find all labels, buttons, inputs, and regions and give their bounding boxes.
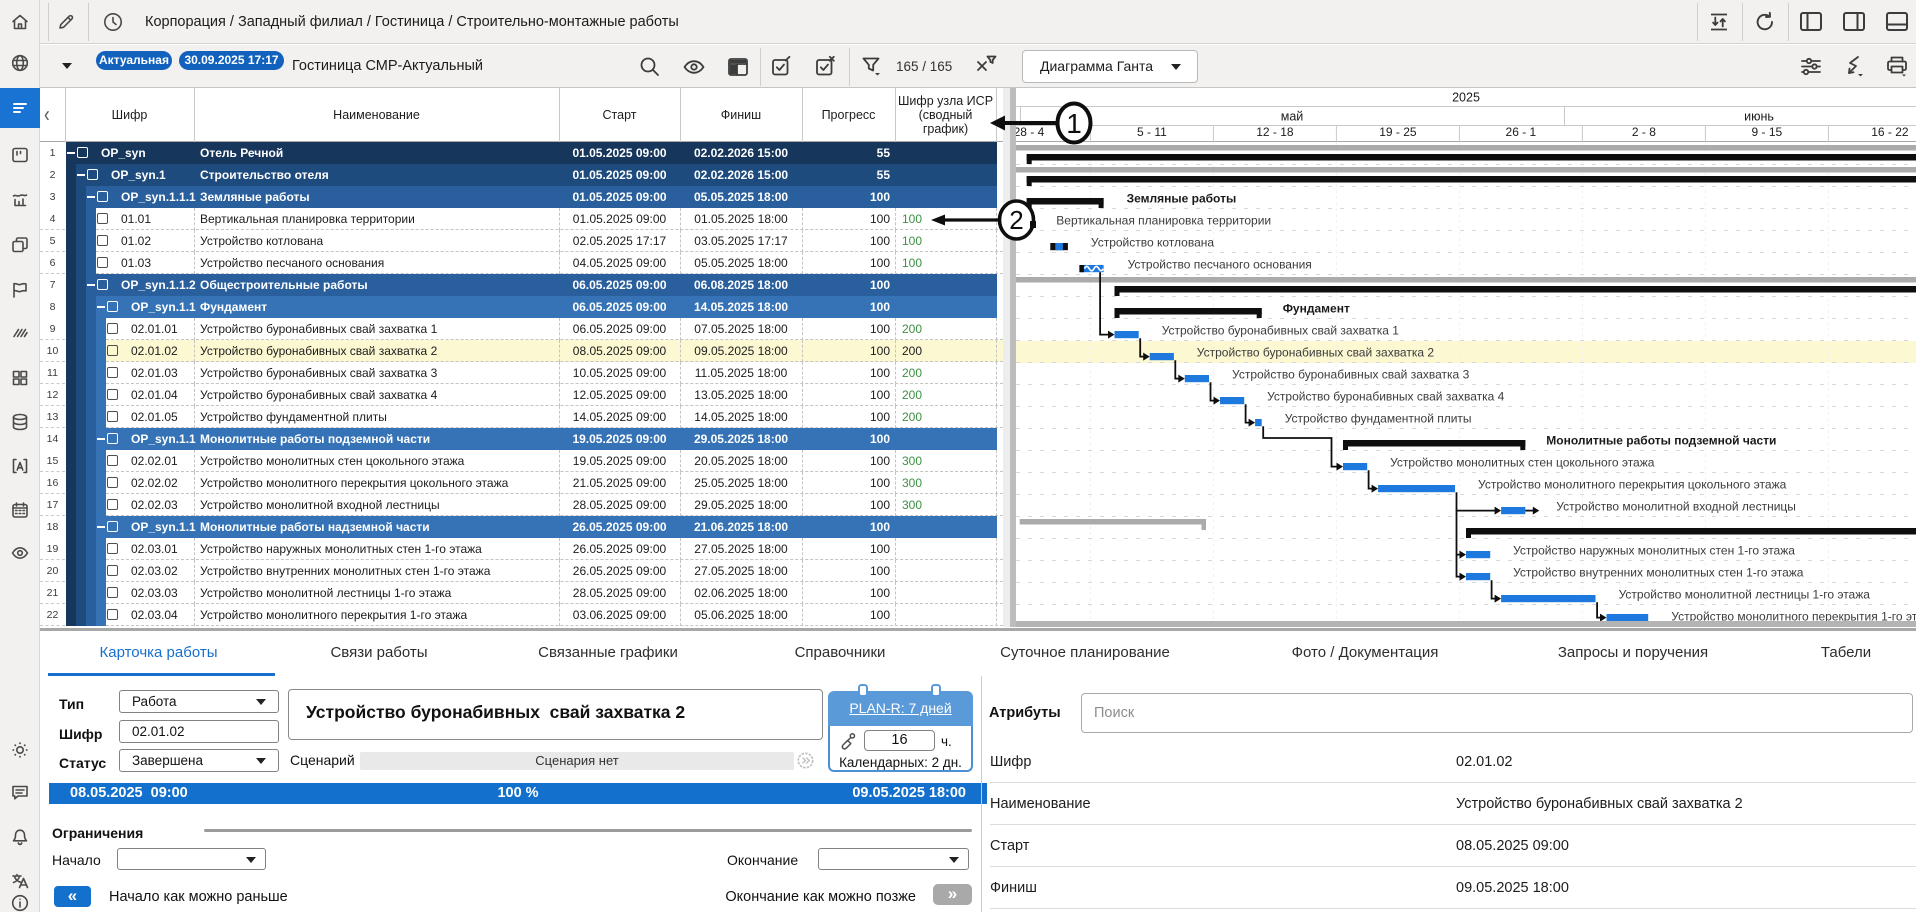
svg-text:Устройство буронабивных свай з: Устройство буронабивных свай захватка 3 [1232,368,1470,382]
svg-text:9 - 15: 9 - 15 [1752,125,1783,139]
svg-text:Устройство монолитной лестницы: Устройство монолитной лестницы 1-го этаж… [1619,588,1871,602]
svg-text:Устройство монолитной входной: Устройство монолитной входной лестницы [1556,500,1796,514]
svg-text:июнь: июнь [1744,110,1774,124]
svg-text:Устройство монолитного перекры: Устройство монолитного перекрытия цоколь… [1478,478,1787,492]
svg-text:Монолитные работы подземной ча: Монолитные работы подземной части [1546,434,1776,448]
svg-text:Вертикальная планировка террит: Вертикальная планировка территории [1056,214,1271,228]
svg-text:Устройство песчаного основания: Устройство песчаного основания [1128,258,1312,272]
svg-text:2 - 8: 2 - 8 [1632,125,1656,139]
svg-text:Устройство буронабивных свай з: Устройство буронабивных свай захватка 1 [1162,324,1400,338]
svg-text:1: 1 [1066,108,1082,139]
svg-text:Устройство внутренних монолитн: Устройство внутренних монолитных стен 1-… [1513,566,1804,580]
svg-text:16 - 22: 16 - 22 [1871,125,1909,139]
svg-text:2025: 2025 [1452,91,1480,105]
svg-text:Устройство котлована: Устройство котлована [1091,236,1214,250]
svg-text:Фундамент: Фундамент [1283,302,1350,316]
svg-text:Устройство фундаментной плиты: Устройство фундаментной плиты [1285,412,1472,426]
svg-text:Устройство буронабивных свай з: Устройство буронабивных свай захватка 4 [1267,390,1505,404]
svg-text:Устройство монолитных стен цок: Устройство монолитных стен цокольного эт… [1390,456,1655,470]
svg-text:5 - 11: 5 - 11 [1137,125,1167,139]
svg-text:май: май [1281,110,1304,124]
svg-text:12 - 18: 12 - 18 [1256,125,1294,139]
svg-text:Устройство буронабивных свай з: Устройство буронабивных свай захватка 2 [1197,346,1435,360]
svg-text:Земляные работы: Земляные работы [1127,192,1237,206]
svg-text:26 - 1: 26 - 1 [1506,125,1537,139]
svg-text:19 - 25: 19 - 25 [1379,125,1417,139]
svg-text:Устройство наружных монолитных: Устройство наружных монолитных стен 1-го… [1513,544,1795,558]
svg-text:2: 2 [1009,205,1023,235]
